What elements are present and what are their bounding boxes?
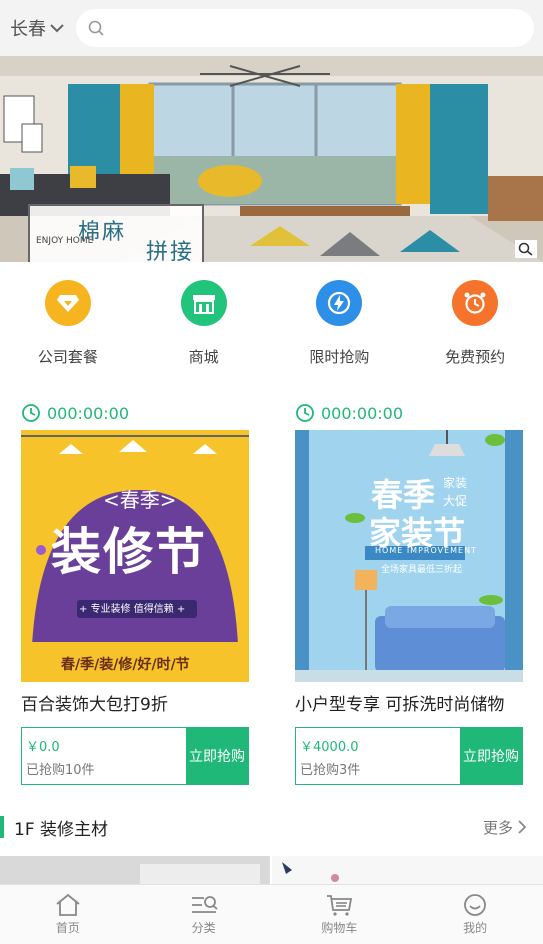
sold-count: 已抢购10件 [26, 763, 95, 778]
quick-nav-label: 免费预约 [445, 348, 506, 366]
tab-label: 分类 [191, 921, 216, 935]
purchase-box: ￥0.0 已抢购10件 立即抢购 [21, 727, 249, 785]
chevron-down-icon [50, 24, 64, 33]
purchase-info: ￥4000.0 已抢购3件 [296, 728, 460, 784]
product-title[interactable]: 百合装饰大包打9折 [21, 690, 249, 715]
banner-caption-line2: 拼接 [146, 240, 195, 262]
quick-nav-free-booking[interactable]: 免费预约 [407, 262, 543, 380]
countdown-text: 000:00:00 [47, 403, 130, 423]
product-price: ￥4000.0 [300, 740, 359, 755]
bottom-tab-bar: 首页 分类 购物车 我的 [0, 884, 543, 944]
product-price: ￥0.0 [26, 740, 60, 755]
purchase-box: ￥4000.0 已抢购3件 立即抢购 [295, 727, 523, 785]
product-title[interactable]: 小户型专享 可拆洗时尚储物 [295, 690, 523, 715]
poster-badge-text: + 专业装修 值得信赖 + [79, 604, 186, 615]
city-selector[interactable]: 长春 [0, 0, 72, 56]
product-poster[interactable]: 春季 家装节 家装 大促 HOME IMPROVEMENT 全场家具最低三折起 [295, 430, 523, 682]
tab-cart[interactable]: 购物车 [272, 885, 408, 944]
diamond-icon [44, 280, 91, 326]
quick-nav-mall[interactable]: 商城 [136, 262, 272, 380]
store-icon [180, 280, 227, 326]
quick-nav-label: 限时抢购 [309, 348, 370, 366]
flash-sale-card[interactable]: 000:00:00 <春季> 装修节 + 专业装修 值得信赖 + 春/季/装/修… [21, 396, 249, 785]
poster-main-text: 装修节 [51, 523, 207, 581]
app-page: 长春 棉麻 拼接 ENJOY HOME 公司套餐 商城 限时抢购 免费预约 00… [0, 0, 543, 944]
quick-nav-flash-sale[interactable]: 限时抢购 [272, 262, 408, 380]
tab-category[interactable]: 分类 [136, 885, 272, 944]
tab-label: 购物车 [321, 921, 358, 935]
profile-icon [464, 894, 487, 916]
countdown-timer: 000:00:00 [295, 396, 523, 430]
poster-bottom-text: 春/季/装/修/好/时/节 [61, 657, 190, 673]
poster-top-text: <春季> [103, 488, 177, 512]
floor-section-header: 1F 装修主材 更多 [0, 806, 543, 848]
search-icon [88, 20, 104, 36]
section-accent-bar [0, 816, 4, 838]
clock-icon [22, 404, 40, 422]
countdown-timer: 000:00:00 [21, 396, 249, 430]
zoom-icon[interactable] [515, 240, 537, 258]
quick-nav: 公司套餐 商城 限时抢购 免费预约 [0, 262, 543, 380]
poster-side-text-1: 家装 [443, 476, 468, 490]
section-title: 1F 装修主材 [14, 819, 108, 840]
sold-count: 已抢购3件 [300, 763, 361, 778]
banner-caption-en: ENJOY HOME [36, 236, 94, 246]
clock-icon [296, 404, 314, 422]
more-link[interactable]: 更多 [483, 817, 527, 838]
top-bar: 长春 [0, 0, 543, 56]
banner-caption: 棉麻 拼接 ENJOY HOME [28, 204, 204, 262]
buy-now-button[interactable]: 立即抢购 [460, 728, 522, 784]
poster-side-text-2: 大促 [443, 494, 468, 508]
product-poster[interactable]: <春季> 装修节 + 专业装修 值得信赖 + 春/季/装/修/好/时/节 [21, 430, 249, 682]
tab-profile[interactable]: 我的 [407, 885, 543, 944]
poster-en-text: HOME IMPROVEMENT [375, 546, 477, 555]
tab-home[interactable]: 首页 [0, 885, 136, 944]
quick-nav-company-package[interactable]: 公司套餐 [0, 262, 136, 380]
search-input[interactable] [112, 19, 492, 37]
purchase-info: ￥0.0 已抢购10件 [22, 728, 186, 784]
category-icon [191, 896, 218, 913]
flash-sale-card[interactable]: 000:00:00 春季 家装节 家装 大促 HOME IMPROVEMENT … [295, 396, 523, 785]
lightning-icon [316, 280, 363, 326]
cart-icon [327, 895, 353, 916]
countdown-text: 000:00:00 [321, 403, 404, 423]
tab-label: 首页 [55, 921, 80, 935]
poster-graphic [295, 430, 523, 682]
tab-label: 我的 [463, 921, 488, 935]
quick-nav-label: 商城 [188, 348, 219, 366]
more-label: 更多 [482, 818, 513, 837]
home-icon [56, 893, 80, 916]
quick-nav-label: 公司套餐 [37, 348, 98, 366]
poster-ribbon-text: 全场家具最低三折起 [381, 565, 463, 575]
hero-banner[interactable]: 棉麻 拼接 ENJOY HOME [0, 56, 543, 262]
chevron-right-icon [518, 820, 527, 834]
alarm-clock-icon [452, 280, 499, 326]
buy-now-button[interactable]: 立即抢购 [186, 728, 248, 784]
city-label: 长春 [10, 19, 46, 40]
search-bar[interactable] [76, 9, 534, 47]
